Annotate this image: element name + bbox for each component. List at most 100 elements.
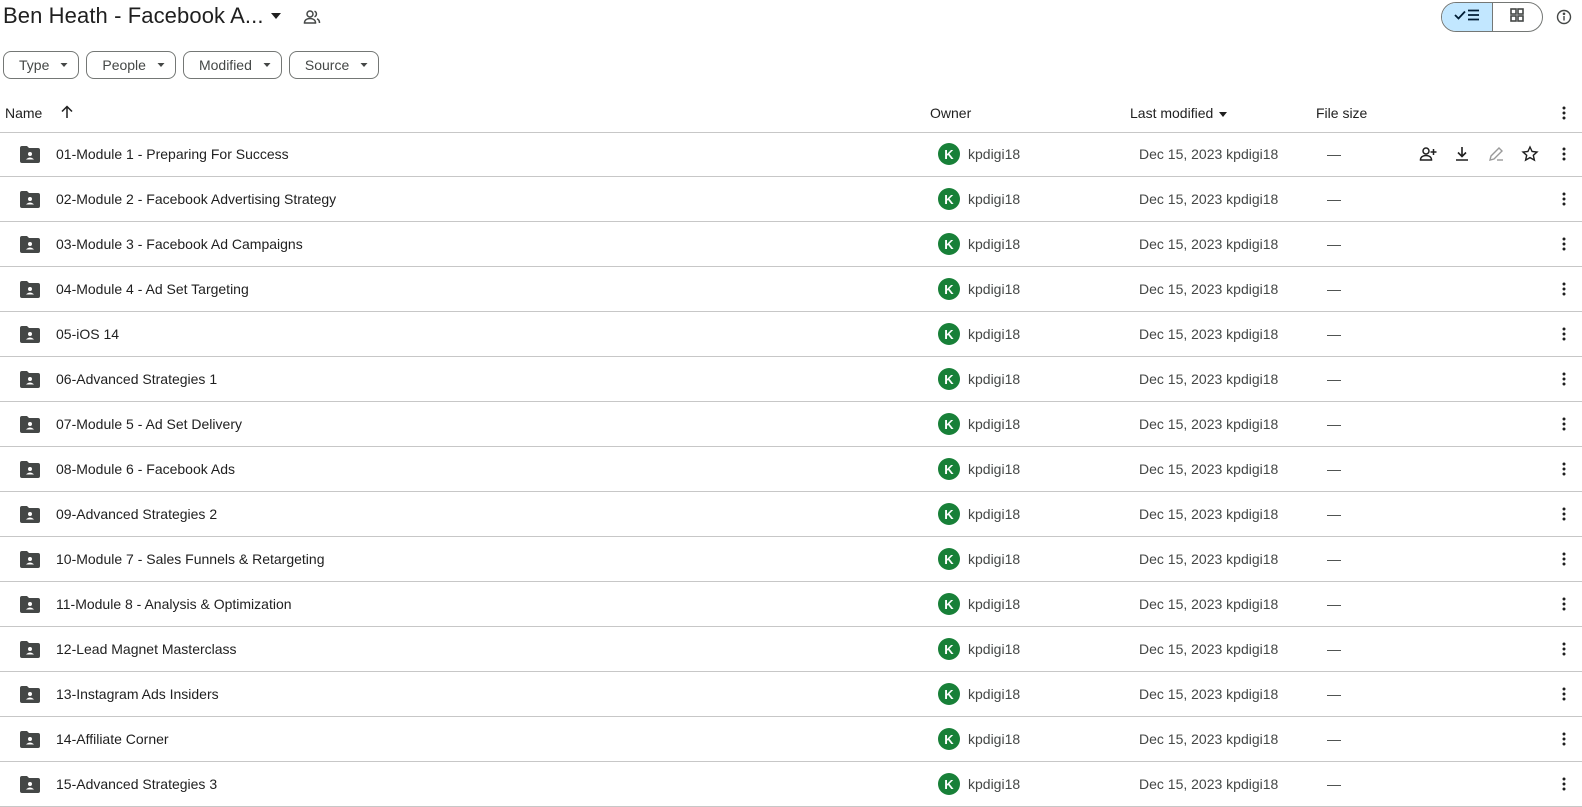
grid-icon <box>1509 7 1525 28</box>
arrow-up-icon[interactable] <box>59 104 75 120</box>
caret-down-icon <box>1219 112 1228 118</box>
file-name: 02-Module 2 - Facebook Advertising Strat… <box>56 191 337 207</box>
table-row[interactable]: 04-Module 4 - Ad Set Targeting K kpdigi1… <box>0 267 1582 312</box>
more-vert-icon[interactable] <box>1556 731 1572 747</box>
table-row[interactable]: 09-Advanced Strategies 2 K kpdigi18 Dec … <box>0 492 1582 537</box>
file-size: — <box>1327 506 1341 522</box>
more-vert-icon[interactable] <box>1556 416 1572 432</box>
table-row[interactable]: 01-Module 1 - Preparing For Success K kp… <box>0 132 1582 177</box>
folder-title[interactable]: Ben Heath - Facebook A... <box>3 3 264 29</box>
file-size: — <box>1327 596 1341 612</box>
filter-people-chip[interactable]: People <box>86 51 176 79</box>
file-size: — <box>1327 146 1341 162</box>
more-vert-icon[interactable] <box>1556 105 1572 121</box>
last-modified: Dec 15, 2023 kpdigi18 <box>1139 731 1279 747</box>
shared-folder-icon <box>20 776 40 793</box>
more-vert-icon[interactable] <box>1556 191 1572 207</box>
list-view-button[interactable] <box>1442 3 1493 31</box>
last-modified: Dec 15, 2023 kpdigi18 <box>1139 416 1279 432</box>
avatar: K <box>938 458 960 480</box>
table-row[interactable]: 12-Lead Magnet Masterclass K kpdigi18 De… <box>0 627 1582 672</box>
shared-folder-icon <box>20 416 40 433</box>
last-modified: Dec 15, 2023 kpdigi18 <box>1139 776 1279 792</box>
shared-folder-icon <box>20 371 40 388</box>
owner-name: kpdigi18 <box>968 146 1021 162</box>
caret-down-icon[interactable] <box>268 8 284 24</box>
file-size: — <box>1327 641 1341 657</box>
file-size: — <box>1327 416 1341 432</box>
more-vert-icon[interactable] <box>1556 641 1572 657</box>
owner-name: kpdigi18 <box>968 326 1021 342</box>
owner-name: kpdigi18 <box>968 551 1021 567</box>
table-row[interactable]: 10-Module 7 - Sales Funnels & Retargetin… <box>0 537 1582 582</box>
column-name[interactable]: Name <box>5 105 42 121</box>
more-vert-icon[interactable] <box>1556 371 1572 387</box>
more-vert-icon[interactable] <box>1556 776 1572 792</box>
file-name: 12-Lead Magnet Masterclass <box>56 641 237 657</box>
shared-folder-icon <box>20 281 40 298</box>
filter-modified-chip[interactable]: Modified <box>182 51 282 79</box>
table-row[interactable]: 07-Module 5 - Ad Set Delivery K kpdigi18… <box>0 402 1582 447</box>
filter-type-chip[interactable]: Type <box>3 51 80 79</box>
column-file-size[interactable]: File size <box>1316 105 1367 121</box>
rename-icon[interactable] <box>1487 145 1505 163</box>
column-last-modified[interactable]: Last modified <box>1130 105 1228 121</box>
shared-folder-icon <box>20 326 40 343</box>
file-name: 15-Advanced Strategies 3 <box>56 776 218 792</box>
table-row[interactable]: 14-Affiliate Corner K kpdigi18 Dec 15, 2… <box>0 717 1582 762</box>
more-vert-icon[interactable] <box>1556 146 1572 162</box>
file-size: — <box>1327 281 1341 297</box>
last-modified: Dec 15, 2023 kpdigi18 <box>1139 686 1279 702</box>
file-size: — <box>1327 326 1341 342</box>
more-vert-icon[interactable] <box>1556 236 1572 252</box>
owner-name: kpdigi18 <box>968 281 1021 297</box>
table-row[interactable]: 03-Module 3 - Facebook Ad Campaigns K kp… <box>0 222 1582 267</box>
last-modified: Dec 15, 2023 kpdigi18 <box>1139 191 1279 207</box>
more-vert-icon[interactable] <box>1556 326 1572 342</box>
filter-source-chip[interactable]: Source <box>288 51 380 79</box>
shared-folder-icon <box>20 236 40 253</box>
table-row[interactable]: 02-Module 2 - Facebook Advertising Strat… <box>0 177 1582 222</box>
file-name: 11-Module 8 - Analysis & Optimization <box>56 596 292 612</box>
last-modified: Dec 15, 2023 kpdigi18 <box>1139 596 1279 612</box>
star-icon[interactable] <box>1521 145 1539 163</box>
file-name: 10-Module 7 - Sales Funnels & Retargetin… <box>56 551 325 567</box>
avatar: K <box>938 278 960 300</box>
shared-folder-icon <box>20 191 40 208</box>
file-name: 09-Advanced Strategies 2 <box>56 506 218 522</box>
owner-name: kpdigi18 <box>968 191 1021 207</box>
people-icon[interactable] <box>303 8 321 26</box>
owner-name: kpdigi18 <box>968 506 1021 522</box>
table-row[interactable]: 13-Instagram Ads Insiders K kpdigi18 Dec… <box>0 672 1582 717</box>
caret-down-icon <box>360 63 368 67</box>
top-bar: Ben Heath - Facebook A... <box>0 0 1582 40</box>
file-size: — <box>1327 776 1341 792</box>
add-person-icon[interactable] <box>1419 145 1437 163</box>
more-vert-icon[interactable] <box>1556 596 1572 612</box>
more-vert-icon[interactable] <box>1556 461 1572 477</box>
more-vert-icon[interactable] <box>1556 686 1572 702</box>
column-owner[interactable]: Owner <box>930 105 971 121</box>
file-list: 01-Module 1 - Preparing For Success K kp… <box>0 132 1582 807</box>
caret-down-icon <box>263 63 271 67</box>
column-header: Name Owner Last modified File size <box>0 96 1582 133</box>
more-vert-icon[interactable] <box>1556 551 1572 567</box>
caret-down-icon <box>157 63 165 67</box>
table-row[interactable]: 08-Module 6 - Facebook Ads K kpdigi18 De… <box>0 447 1582 492</box>
table-row[interactable]: 11-Module 8 - Analysis & Optimization K … <box>0 582 1582 627</box>
grid-view-button[interactable] <box>1493 3 1543 31</box>
more-vert-icon[interactable] <box>1556 281 1572 297</box>
more-vert-icon[interactable] <box>1556 506 1572 522</box>
info-icon[interactable] <box>1556 9 1572 25</box>
avatar: K <box>938 143 960 165</box>
table-row[interactable]: 05-iOS 14 K kpdigi18 Dec 15, 2023 kpdigi… <box>0 312 1582 357</box>
chip-label: Type <box>19 57 50 73</box>
file-name: 08-Module 6 - Facebook Ads <box>56 461 235 477</box>
table-row[interactable]: 15-Advanced Strategies 3 K kpdigi18 Dec … <box>0 762 1582 807</box>
table-row[interactable]: 06-Advanced Strategies 1 K kpdigi18 Dec … <box>0 357 1582 402</box>
last-modified: Dec 15, 2023 kpdigi18 <box>1139 551 1279 567</box>
owner-name: kpdigi18 <box>968 731 1021 747</box>
chip-label: Modified <box>198 57 252 73</box>
file-name: 03-Module 3 - Facebook Ad Campaigns <box>56 236 303 252</box>
download-icon[interactable] <box>1453 145 1471 163</box>
